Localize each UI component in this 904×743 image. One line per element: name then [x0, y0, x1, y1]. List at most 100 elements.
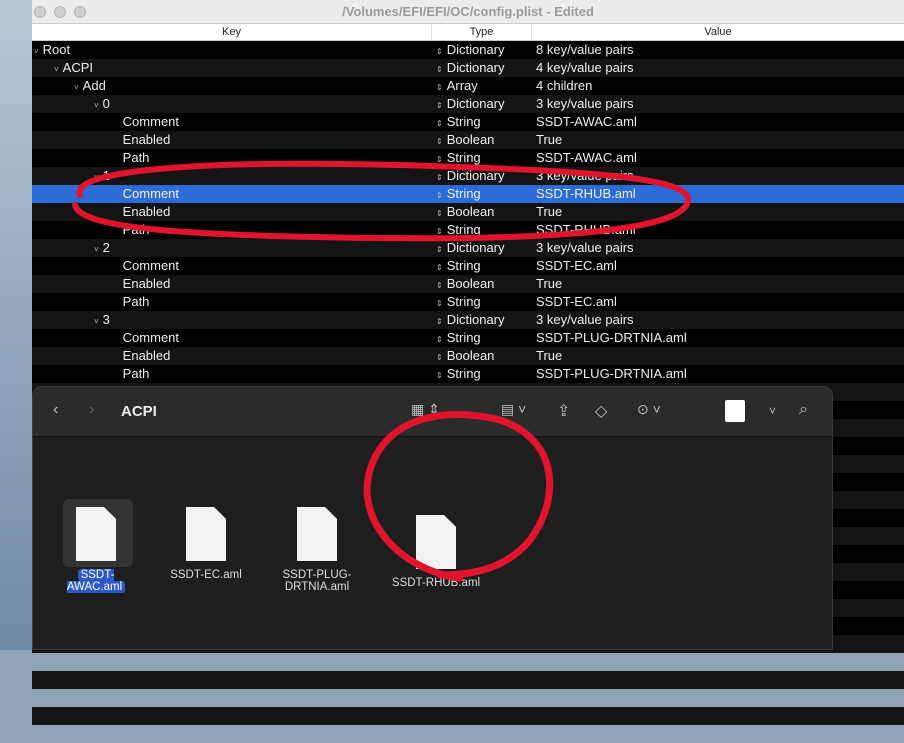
- view-icon-grid[interactable]: ▦ ⇕: [411, 401, 440, 418]
- table-row[interactable]: ˅ Root ⇕ Dictionary 8 key/value pairs: [32, 41, 904, 59]
- disclosure-triangle-icon[interactable]: ˅: [94, 101, 99, 110]
- column-type[interactable]: Type: [432, 24, 532, 40]
- row-type[interactable]: ⇕ String: [432, 221, 532, 239]
- file-item[interactable]: SSDT-RHUB.aml: [391, 515, 481, 589]
- row-type[interactable]: ⇕ String: [432, 329, 532, 347]
- row-value[interactable]: SSDT-AWAC.aml: [532, 149, 904, 167]
- disclosure-triangle-icon[interactable]: ˅: [94, 173, 99, 182]
- row-type[interactable]: ⇕ Dictionary: [432, 239, 532, 257]
- desktop-background: [0, 0, 32, 650]
- table-row[interactable]: ˅ 3 ⇕ Dictionary 3 key/value pairs: [32, 311, 904, 329]
- row-value[interactable]: True: [532, 203, 904, 221]
- table-row[interactable]: ˅Comment ⇕StringSSDT-AWAC.aml: [32, 113, 904, 131]
- disclosure-triangle-icon[interactable]: ˅: [74, 83, 79, 92]
- table-row[interactable]: ˅Enabled ⇕BooleanTrue: [32, 347, 904, 365]
- search-icon[interactable]: ⌕: [799, 401, 808, 419]
- row-key: ˅ Root: [34, 42, 71, 57]
- row-value[interactable]: SSDT-RHUB.aml: [532, 221, 904, 239]
- row-value[interactable]: SSDT-AWAC.aml: [532, 113, 904, 131]
- title-bar: /Volumes/EFI/EFI/OC/config.plist - Edite…: [32, 0, 904, 24]
- row-type[interactable]: ⇕ Boolean: [432, 203, 532, 221]
- row-type[interactable]: ⇕ Boolean: [432, 131, 532, 149]
- row-key: ˅Comment: [122, 258, 180, 273]
- row-type[interactable]: ⇕ String: [432, 293, 532, 311]
- row-value[interactable]: SSDT-PLUG-DRTNIA.aml: [532, 329, 904, 347]
- row-value[interactable]: 8 key/value pairs: [532, 41, 904, 59]
- row-type[interactable]: ⇕ String: [432, 149, 532, 167]
- back-icon[interactable]: ‹: [53, 401, 58, 419]
- row-type[interactable]: ⇕ Boolean: [432, 347, 532, 365]
- disclosure-triangle-icon[interactable]: ˅: [54, 65, 59, 74]
- column-value[interactable]: Value: [532, 24, 904, 40]
- disclosure-triangle-icon[interactable]: ˅: [94, 245, 99, 254]
- table-row[interactable]: ˅Comment ⇕StringSSDT-PLUG-DRTNIA.aml: [32, 329, 904, 347]
- row-type[interactable]: ⇕ Dictionary: [432, 59, 532, 77]
- row-type[interactable]: ⇕ String: [432, 185, 532, 203]
- row-value[interactable]: 3 key/value pairs: [532, 167, 904, 185]
- disclosure-triangle-icon[interactable]: ˅: [34, 47, 39, 56]
- stepper-icon: ⇕: [436, 119, 443, 128]
- forward-icon[interactable]: ›: [89, 401, 94, 419]
- table-row[interactable]: ˅ 1 ⇕ Dictionary 3 key/value pairs: [32, 167, 904, 185]
- file-item[interactable]: SSDT-EC.aml: [161, 507, 251, 581]
- row-key: ˅Path: [122, 366, 150, 381]
- row-type[interactable]: ⇕ Boolean: [432, 275, 532, 293]
- column-key[interactable]: Key: [32, 24, 432, 40]
- row-value[interactable]: True: [532, 275, 904, 293]
- tag-icon[interactable]: ◇: [595, 401, 607, 421]
- row-key: ˅Comment: [122, 114, 180, 129]
- stepper-icon: ⇕: [436, 155, 443, 164]
- row-value[interactable]: 4 key/value pairs: [532, 59, 904, 77]
- row-type[interactable]: ⇕ String: [432, 257, 532, 275]
- table-row[interactable]: ˅Enabled ⇕BooleanTrue: [32, 203, 904, 221]
- table-row[interactable]: ˅ 2 ⇕ Dictionary 3 key/value pairs: [32, 239, 904, 257]
- row-value[interactable]: 4 children: [532, 77, 904, 95]
- column-header: Key Type Value: [32, 24, 904, 41]
- table-row[interactable]: ˅Comment ⇕StringSSDT-RHUB.aml: [32, 185, 904, 203]
- share-icon[interactable]: ⇪: [557, 401, 570, 421]
- group-icon[interactable]: ▤ ˅: [501, 401, 526, 418]
- table-row[interactable]: ˅Comment ⇕StringSSDT-EC.aml: [32, 257, 904, 275]
- stepper-icon: ⇕: [436, 317, 443, 326]
- stepper-icon: ⇕: [436, 227, 443, 236]
- row-value[interactable]: SSDT-PLUG-DRTNIA.aml: [532, 365, 904, 383]
- table-row[interactable]: ˅Path ⇕StringSSDT-AWAC.aml: [32, 149, 904, 167]
- row-value[interactable]: True: [532, 131, 904, 149]
- stepper-icon: ⇕: [436, 83, 443, 92]
- row-value[interactable]: 3 key/value pairs: [532, 95, 904, 113]
- row-value[interactable]: 3 key/value pairs: [532, 311, 904, 329]
- row-value[interactable]: SSDT-EC.aml: [532, 293, 904, 311]
- table-row[interactable]: ˅Path ⇕StringSSDT-EC.aml: [32, 293, 904, 311]
- disclosure-triangle-icon[interactable]: ˅: [94, 317, 99, 326]
- file-item[interactable]: SSDT-AWAC.aml: [51, 507, 141, 593]
- table-row[interactable]: ˅Enabled ⇕BooleanTrue: [32, 131, 904, 149]
- document-icon: [297, 507, 337, 561]
- row-value[interactable]: 3 key/value pairs: [532, 239, 904, 257]
- row-key: ˅Enabled: [122, 348, 171, 363]
- row-value[interactable]: True: [532, 347, 904, 365]
- table-row[interactable]: ˅Path ⇕StringSSDT-RHUB.aml: [32, 221, 904, 239]
- row-key: ˅Path: [122, 294, 150, 309]
- row-type[interactable]: ⇕ Dictionary: [432, 95, 532, 113]
- row-key: ˅Enabled: [122, 204, 171, 219]
- row-key: ˅ 3: [94, 312, 110, 327]
- table-row[interactable]: ˅Enabled ⇕BooleanTrue: [32, 275, 904, 293]
- row-key: ˅Comment: [122, 330, 180, 345]
- row-type[interactable]: ⇕ Array: [432, 77, 532, 95]
- row-type[interactable]: ⇕ String: [432, 113, 532, 131]
- row-type[interactable]: ⇕ Dictionary: [432, 41, 532, 59]
- row-type[interactable]: ⇕ String: [432, 365, 532, 383]
- file-item[interactable]: SSDT-PLUG-DRTNIA.aml: [277, 507, 357, 593]
- chevron-down-icon[interactable]: ˅: [769, 404, 776, 418]
- row-type[interactable]: ⇕ Dictionary: [432, 167, 532, 185]
- row-key: ˅Path: [122, 150, 150, 165]
- row-value[interactable]: SSDT-EC.aml: [532, 257, 904, 275]
- more-actions-icon[interactable]: ⊙ ˅: [637, 401, 661, 418]
- table-row[interactable]: ˅ Add ⇕ Array 4 children: [32, 77, 904, 95]
- table-row[interactable]: ˅Path ⇕StringSSDT-PLUG-DRTNIA.aml: [32, 365, 904, 383]
- table-row[interactable]: ˅ ACPI ⇕ Dictionary 4 key/value pairs: [32, 59, 904, 77]
- app-icon[interactable]: [725, 400, 745, 422]
- row-value[interactable]: SSDT-RHUB.aml: [532, 185, 904, 203]
- table-row[interactable]: ˅ 0 ⇕ Dictionary 3 key/value pairs: [32, 95, 904, 113]
- row-type[interactable]: ⇕ Dictionary: [432, 311, 532, 329]
